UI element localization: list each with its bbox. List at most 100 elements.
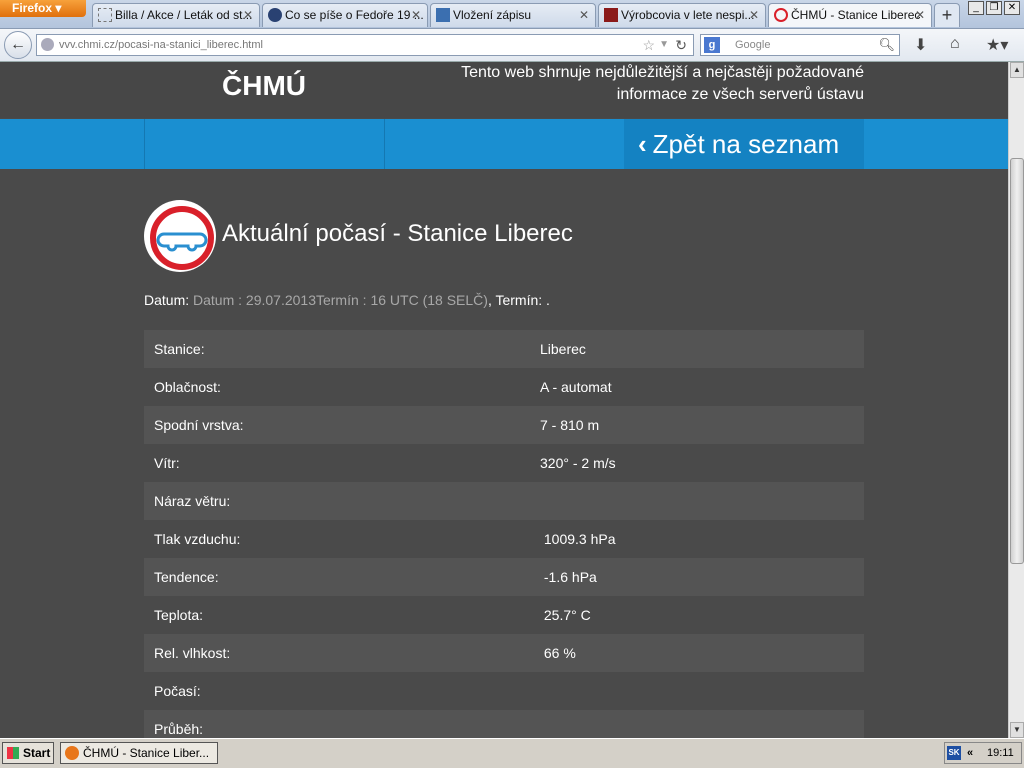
system-tray: SK « 19:11 — [944, 742, 1022, 764]
mm-icon — [604, 8, 618, 22]
table-row: Oblačnost: A - automat — [144, 368, 864, 406]
row-value: 7 - 810 m — [540, 406, 864, 444]
table-row: Tendence: -1.6 hPa — [144, 558, 864, 596]
row-value — [540, 482, 864, 520]
firefox-menu-button[interactable]: Firefox ▾ — [0, 0, 86, 17]
chevron-down-icon: ▾ — [55, 1, 62, 15]
clock: 19:11 — [987, 747, 1014, 759]
vertical-scrollbar[interactable]: ▲ ▼ — [1008, 62, 1024, 738]
row-value: -1.6 hPa — [540, 558, 864, 596]
site-header: ČHMÚ Tento web shrnuje nejdůležitější a … — [0, 62, 1008, 118]
scroll-down-button[interactable]: ▼ — [1010, 722, 1024, 738]
row-label: Průběh: — [144, 710, 540, 738]
tab-fedora[interactable]: Co se píše o Fedoře 19 ... ✕ — [262, 3, 428, 27]
close-icon[interactable]: ✕ — [243, 4, 253, 26]
tab-chmu-liberec[interactable]: ČHMÚ - Stanice Liberec ✕ — [768, 3, 932, 27]
row-value: 25.7° C — [540, 596, 864, 634]
table-row: Tlak vzduchu: 1009.3 hPa — [144, 520, 864, 558]
scroll-up-button[interactable]: ▲ — [1010, 62, 1024, 78]
row-label: Počasí: — [144, 672, 540, 710]
minimize-button[interactable]: _ — [968, 1, 984, 15]
blank-page-icon — [98, 8, 112, 22]
row-label: Rel. vlhkost: — [144, 634, 540, 672]
row-value: A - automat — [540, 368, 864, 406]
restore-icon: ❐ — [989, 2, 999, 13]
arrow-down-icon: ▼ — [1013, 725, 1021, 734]
station-ring — [150, 206, 214, 270]
row-value: 320° - 2 m/s — [540, 444, 864, 482]
row-label: Vítr: — [144, 444, 540, 482]
fedora-icon — [268, 8, 282, 22]
url-bar[interactable]: vvv.chmi.cz/pocasi-na-stanici_liberec.ht… — [36, 34, 694, 56]
row-label: Teplota: — [144, 596, 540, 634]
table-row: Spodní vrstva: 7 - 810 m — [144, 406, 864, 444]
close-icon[interactable]: ✕ — [749, 4, 759, 26]
close-icon: ✕ — [1007, 2, 1017, 13]
row-value: 1009.3 hPa — [540, 520, 864, 558]
taskbar: Start ČHMÚ - Stanice Liber... SK « 19:11 — [0, 738, 1024, 768]
bookmark-icon — [436, 8, 450, 22]
close-window-button[interactable]: ✕ — [1004, 1, 1020, 15]
arrow-up-icon: ▲ — [1013, 65, 1021, 74]
row-value — [540, 672, 864, 710]
row-label: Stanice: — [144, 330, 540, 368]
row-label: Tendence: — [144, 558, 540, 596]
restore-button[interactable]: ❐ — [986, 1, 1002, 15]
tab-billa[interactable]: Billa / Akce / Leták od st... ✕ — [92, 3, 260, 27]
cloud-icon — [156, 232, 208, 252]
site-logo[interactable]: ČHMÚ — [222, 70, 306, 102]
windows-logo-icon — [7, 747, 19, 759]
reload-icon[interactable]: ↻ — [675, 35, 687, 55]
row-value: Liberec — [540, 330, 864, 368]
close-icon[interactable]: ✕ — [411, 4, 421, 26]
globe-icon — [41, 38, 54, 51]
language-indicator[interactable]: SK — [947, 746, 961, 760]
row-value: 66 % — [540, 634, 864, 672]
search-bar[interactable]: g Google 🔍︎ — [700, 34, 900, 56]
star-icon[interactable]: ☆ — [642, 35, 655, 55]
weather-table: Stanice: Liberec Oblačnost: A - automat Sp… — [144, 330, 864, 738]
table-row: Stanice: Liberec — [144, 330, 864, 368]
double-chevron-left-icon[interactable]: « — [967, 743, 973, 763]
bookmarks-menu-icon[interactable]: ★▾ — [986, 35, 1008, 55]
table-row: Teplota: 25.7° C — [144, 596, 864, 634]
back-arrow-icon: ← — [10, 36, 26, 53]
row-label: Spodní vrstva: — [144, 406, 540, 444]
web-page: ČHMÚ Tento web shrnuje nejdůležitější a … — [0, 62, 1008, 738]
table-row: Počasí: — [144, 672, 864, 710]
table-row: Rel. vlhkost: 66 % — [144, 634, 864, 672]
firefox-icon — [65, 746, 79, 760]
back-button[interactable]: ← — [4, 31, 32, 59]
table-row: Vítr: 320° - 2 m/s — [144, 444, 864, 482]
site-tagline: Tento web shrnuje nejdůležitější a nejča… — [461, 64, 864, 103]
dropdown-arrow-icon[interactable]: ▼ — [659, 35, 669, 55]
date-line: Datum: Datum : 29.07.2013Termín : 16 UTC… — [144, 292, 550, 308]
minimize-icon: _ — [973, 2, 979, 13]
search-placeholder: Google — [735, 39, 771, 51]
scrollbar-thumb[interactable] — [1010, 158, 1024, 564]
taskbar-item-firefox[interactable]: ČHMÚ - Stanice Liber... — [60, 742, 218, 764]
new-tab-button[interactable]: + — [934, 3, 960, 27]
browser-tab-bar: Firefox ▾ Billa / Akce / Leták od st... … — [0, 0, 1024, 29]
close-icon[interactable]: ✕ — [579, 4, 589, 26]
search-icon[interactable]: 🔍︎ — [878, 35, 895, 55]
plus-icon: + — [941, 5, 953, 25]
table-row: Náraz větru: — [144, 482, 864, 520]
divider — [384, 119, 385, 169]
chmu-icon — [774, 8, 788, 22]
start-button[interactable]: Start — [2, 742, 54, 764]
tab-vyrobcovia[interactable]: Výrobcovia v lete nespi... ✕ — [598, 3, 766, 27]
tab-vlozeni-zapisu[interactable]: Vložení zápisu ✕ — [430, 3, 596, 27]
navigation-bar: ← vvv.chmi.cz/pocasi-na-stanici_liberec.… — [0, 29, 1024, 62]
download-icon[interactable]: ⬇ — [914, 35, 927, 55]
close-icon[interactable]: ✕ — [915, 4, 925, 26]
home-icon[interactable]: ⌂ — [950, 35, 960, 53]
row-value — [540, 710, 864, 738]
divider — [144, 119, 145, 169]
back-to-list-link[interactable]: ‹ Zpět na seznam — [624, 119, 864, 169]
row-label: Tlak vzduchu: — [144, 520, 540, 558]
weather-station-icon — [144, 200, 216, 272]
row-label: Náraz větru: — [144, 482, 540, 520]
google-icon[interactable]: g — [704, 37, 720, 53]
url-text: vvv.chmi.cz/pocasi-na-stanici_liberec.ht… — [59, 39, 263, 51]
